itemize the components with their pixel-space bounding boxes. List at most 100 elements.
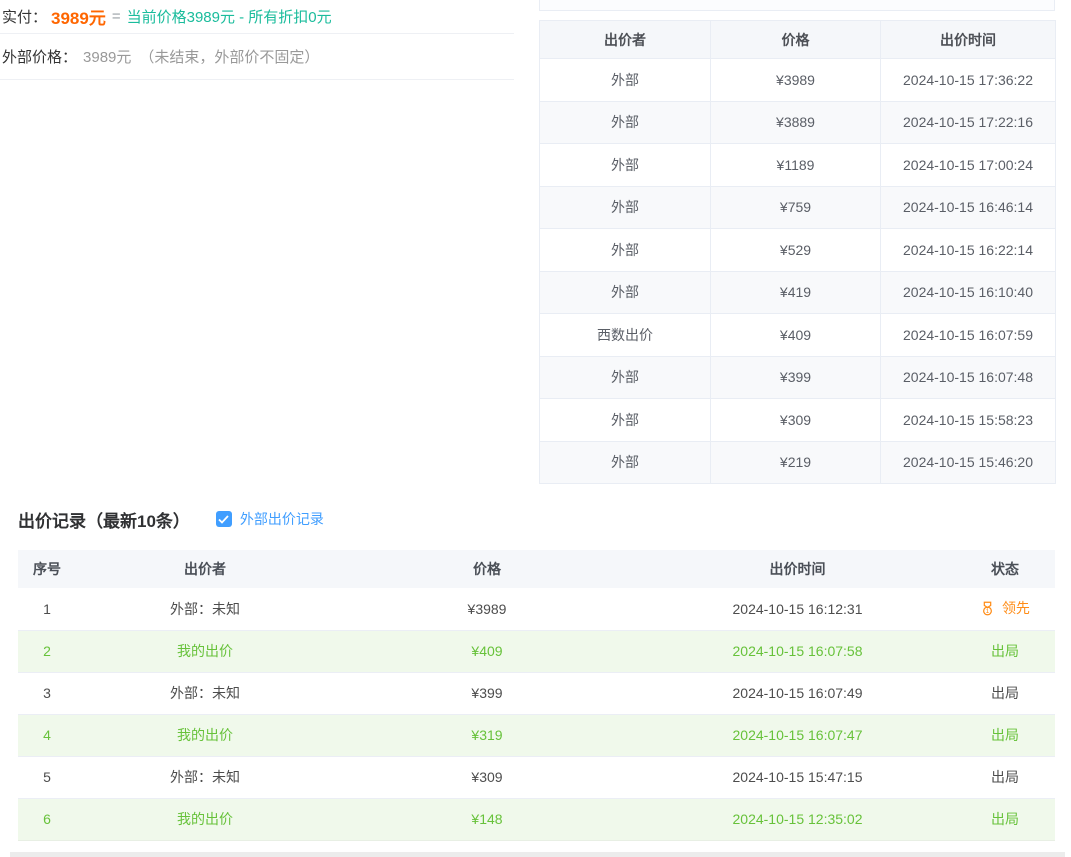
bidder-cell: 外部 [540,271,711,314]
time-cell: 2024-10-15 16:10:40 [881,271,1056,314]
time-cell: 2024-10-15 16:07:49 [640,672,955,714]
time-cell: 2024-10-15 12:35:02 [640,798,955,840]
external-price-note: （未结束，外部价不固定） [139,46,319,67]
time-cell: 2024-10-15 16:07:47 [640,714,955,756]
index-cell: 3 [18,672,76,714]
bid-history-row: 外部 ¥759 2024-10-15 16:46:14 [540,186,1056,229]
external-records-toggle[interactable]: 外部出价记录 [216,509,324,529]
price-cell: ¥409 [711,314,881,357]
time-cell: 2024-10-15 16:07:59 [881,314,1056,357]
status-text: 出局 [991,685,1019,701]
bid-history-body: 外部 ¥3989 2024-10-15 17:36:22 外部 ¥3889 20… [540,59,1056,484]
first-place-medal-icon: 1 [980,601,995,619]
col-bidder: 出价者 [76,550,334,588]
time-cell: 2024-10-15 17:22:16 [881,101,1056,144]
time-cell: 2024-10-15 16:46:14 [881,186,1056,229]
bidder-cell: 外部 [540,229,711,272]
price-cell: ¥148 [334,798,640,840]
time-cell: 2024-10-15 17:00:24 [881,144,1056,187]
time-cell: 2024-10-15 16:07:58 [640,630,955,672]
price-cell: ¥309 [334,756,640,798]
bidder-cell: 外部 [540,399,711,442]
bid-history-table: 出价者 价格 出价时间 外部 ¥3989 2024-10-15 17:36:22… [539,20,1056,484]
col-index: 序号 [18,550,76,588]
index-cell: 5 [18,756,76,798]
payment-summary: 实付： 3989元 = 当前价格3989元 - 所有折扣0元 外部价格： 398… [0,0,514,80]
external-price-line: 外部价格： 3989元 （未结束，外部价不固定） [0,34,514,80]
actual-payment-amount: 3989元 [51,4,106,29]
bidder-cell: 我的出价 [76,798,334,840]
price-cell: ¥1189 [711,144,881,187]
col-bid-time: 出价时间 [881,21,1056,59]
bidder-cell: 我的出价 [76,714,334,756]
status-cell: 出局 [955,756,1055,798]
external-price-value: 3989元 [83,46,131,67]
records-table-header: 序号 出价者 价格 出价时间 状态 [18,550,1055,588]
price-breakdown: 当前价格3989元 - 所有折扣0元 [127,6,332,27]
price-cell: ¥309 [711,399,881,442]
bid-history-row: 外部 ¥419 2024-10-15 16:10:40 [540,271,1056,314]
price-cell: ¥399 [711,356,881,399]
price-cell: ¥419 [711,271,881,314]
records-title: 出价记录（最新10条） [18,507,190,532]
index-cell: 1 [18,588,76,630]
time-cell: 2024-10-15 15:47:15 [640,756,955,798]
truncated-element-below [10,852,1065,857]
bid-records-table: 序号 出价者 价格 出价时间 状态 1 外部：未知 ¥3989 2024-10-… [18,550,1055,841]
bid-history-row: 外部 ¥1189 2024-10-15 17:00:24 [540,144,1056,187]
actual-payment-label: 实付： [2,6,47,27]
record-row: 1 外部：未知 ¥3989 2024-10-15 16:12:31 1 领先 [18,588,1055,630]
status-text: 出局 [991,769,1019,785]
time-cell: 2024-10-15 16:12:31 [640,588,955,630]
bid-history-header: 出价者 价格 出价时间 [540,21,1056,59]
col-bidder: 出价者 [540,21,711,59]
bidder-cell: 外部 [540,144,711,187]
external-records-checkbox[interactable] [216,511,232,527]
status-text: 出局 [991,643,1019,659]
bidder-cell: 西数出价 [540,314,711,357]
time-cell: 2024-10-15 15:46:20 [881,441,1056,484]
col-status: 状态 [955,550,1055,588]
bidder-cell: 外部 [540,441,711,484]
col-bid-time: 出价时间 [640,550,955,588]
price-cell: ¥759 [711,186,881,229]
status-text: 出局 [991,727,1019,743]
record-row: 4 我的出价 ¥319 2024-10-15 16:07:47 出局 [18,714,1055,756]
index-cell: 2 [18,630,76,672]
status-cell: 出局 [955,672,1055,714]
external-price-label: 外部价格： [2,46,77,67]
records-header-row: 序号 出价者 价格 出价时间 状态 [18,550,1055,588]
bid-history-header-row: 出价者 价格 出价时间 [540,21,1056,59]
record-row: 5 外部：未知 ¥309 2024-10-15 15:47:15 出局 [18,756,1055,798]
price-cell: ¥399 [334,672,640,714]
record-row: 6 我的出价 ¥148 2024-10-15 12:35:02 出局 [18,798,1055,840]
external-records-label[interactable]: 外部出价记录 [240,509,324,529]
record-row: 2 我的出价 ¥409 2024-10-15 16:07:58 出局 [18,630,1055,672]
records-table-body: 1 外部：未知 ¥3989 2024-10-15 16:12:31 1 领先 [18,588,1055,840]
col-price: 价格 [711,21,881,59]
records-header: 出价记录（最新10条） 外部出价记录 [18,504,324,534]
bid-history-row: 外部 ¥3889 2024-10-15 17:22:16 [540,101,1056,144]
bid-history-row: 外部 ¥529 2024-10-15 16:22:14 [540,229,1056,272]
status-cell: 出局 [955,714,1055,756]
bidder-cell: 外部：未知 [76,588,334,630]
index-cell: 4 [18,714,76,756]
svg-text:1: 1 [986,608,990,615]
price-cell: ¥3889 [711,101,881,144]
status-text: 领先 [1002,600,1030,616]
auction-bid-page: 实付： 3989元 = 当前价格3989元 - 所有折扣0元 外部价格： 398… [0,0,1071,857]
status-cell: 1 领先 [955,588,1055,630]
status-text: 出局 [991,811,1019,827]
time-cell: 2024-10-15 16:22:14 [881,229,1056,272]
price-cell: ¥529 [711,229,881,272]
bidder-cell: 外部：未知 [76,672,334,714]
actual-payment-line: 实付： 3989元 = 当前价格3989元 - 所有折扣0元 [0,0,514,34]
price-cell: ¥219 [711,441,881,484]
record-row: 3 外部：未知 ¥399 2024-10-15 16:07:49 出局 [18,672,1055,714]
bid-history-row: 外部 ¥219 2024-10-15 15:46:20 [540,441,1056,484]
price-cell: ¥3989 [711,59,881,102]
bidder-cell: 外部 [540,186,711,229]
col-price: 价格 [334,550,640,588]
bidder-cell: 我的出价 [76,630,334,672]
bid-history-row: 西数出价 ¥409 2024-10-15 16:07:59 [540,314,1056,357]
